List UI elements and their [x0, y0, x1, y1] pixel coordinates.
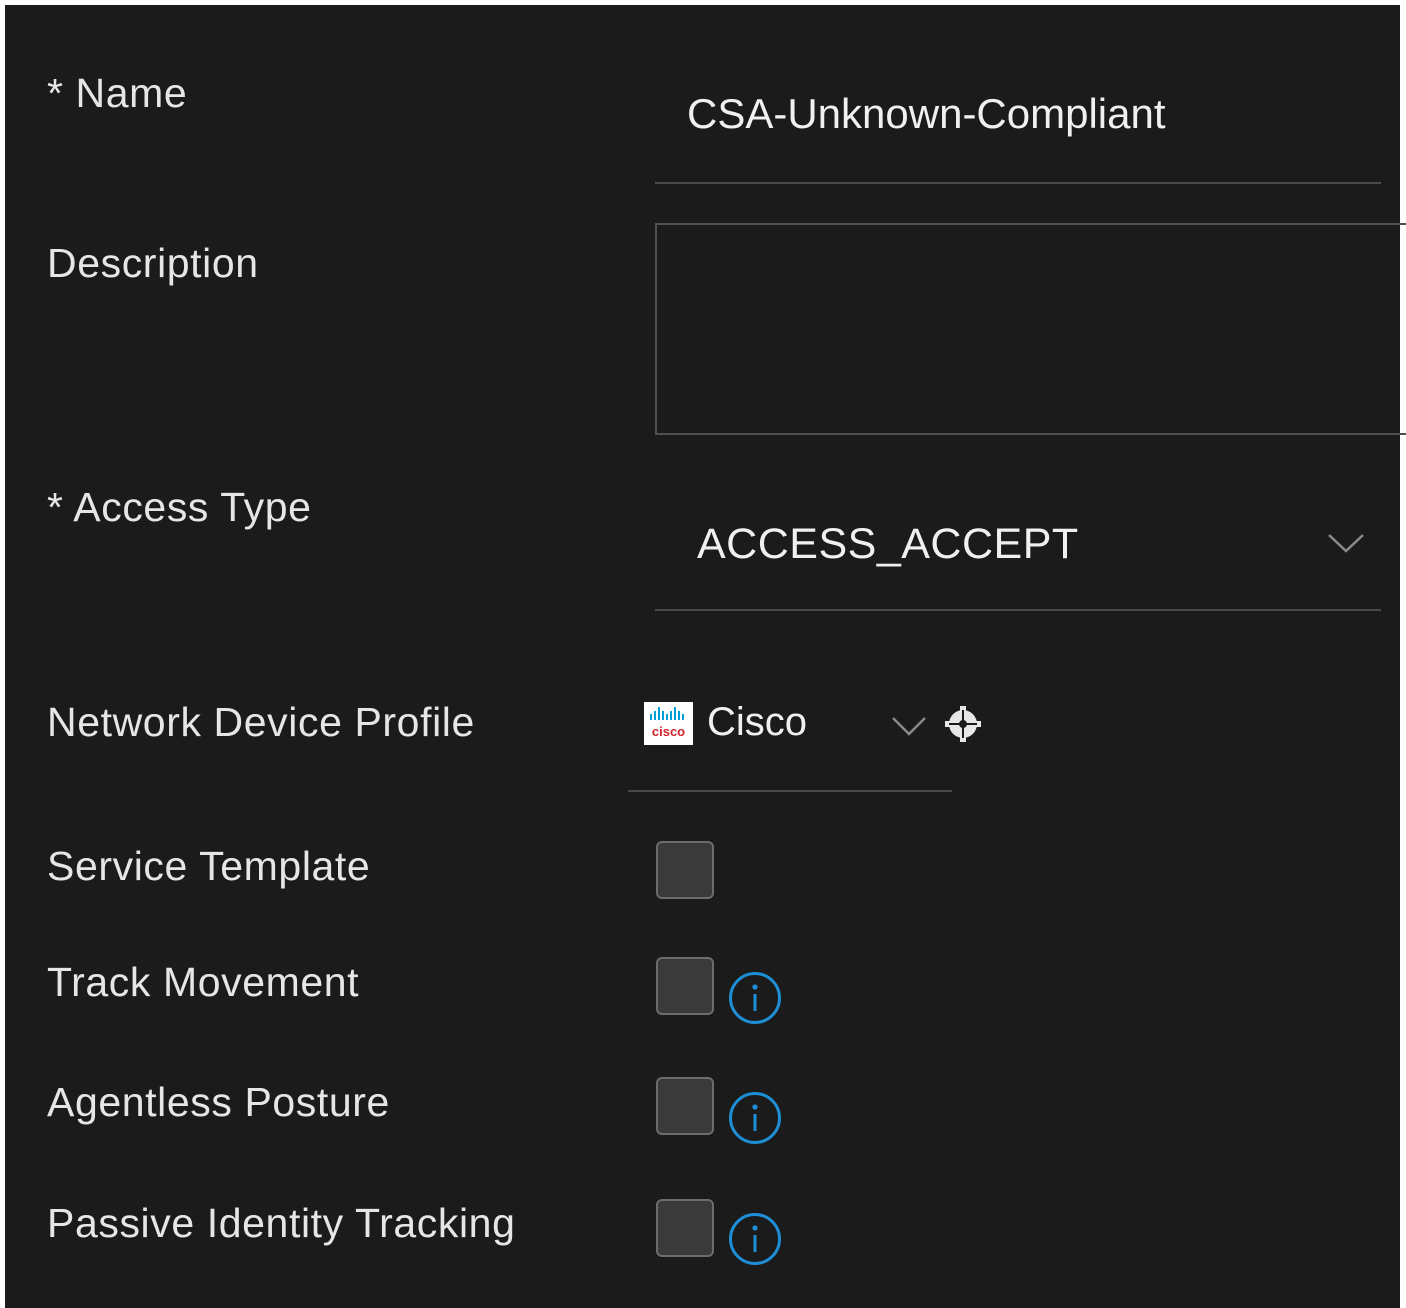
chevron-down-icon[interactable]	[891, 715, 927, 737]
track-movement-label: Track Movement	[47, 959, 360, 1005]
info-icon[interactable]	[728, 1091, 782, 1145]
agentless-posture-label: Agentless Posture	[47, 1079, 390, 1125]
authorization-profile-form: * Name CSA-Unknown-Compliant Description…	[5, 5, 1406, 1308]
info-icon[interactable]	[728, 1212, 782, 1266]
passive-identity-tracking-checkbox[interactable]	[656, 1199, 714, 1257]
track-movement-checkbox[interactable]	[656, 957, 714, 1015]
cisco-logo-text: cisco	[652, 724, 685, 739]
name-input-underline	[655, 182, 1381, 184]
name-label: * Name	[47, 70, 188, 116]
name-input[interactable]: CSA-Unknown-Compliant	[687, 93, 1166, 135]
gear-icon[interactable]	[943, 704, 983, 744]
access-type-label: * Access Type	[47, 484, 312, 530]
info-icon[interactable]	[728, 971, 782, 1025]
network-device-profile-label: Network Device Profile	[47, 699, 475, 745]
passive-identity-tracking-label: Passive Identity Tracking	[47, 1200, 516, 1246]
cisco-logo-icon: cisco	[644, 702, 693, 745]
network-device-profile-underline	[628, 790, 952, 792]
agentless-posture-checkbox[interactable]	[656, 1077, 714, 1135]
description-textarea[interactable]	[655, 223, 1406, 435]
chevron-down-icon[interactable]	[1327, 532, 1365, 554]
access-type-underline	[655, 609, 1381, 611]
access-type-select[interactable]: ACCESS_ACCEPT	[697, 523, 1079, 566]
service-template-checkbox[interactable]	[656, 841, 714, 899]
network-device-profile-select[interactable]: Cisco	[707, 702, 807, 742]
service-template-label: Service Template	[47, 843, 371, 889]
description-label: Description	[47, 240, 259, 286]
